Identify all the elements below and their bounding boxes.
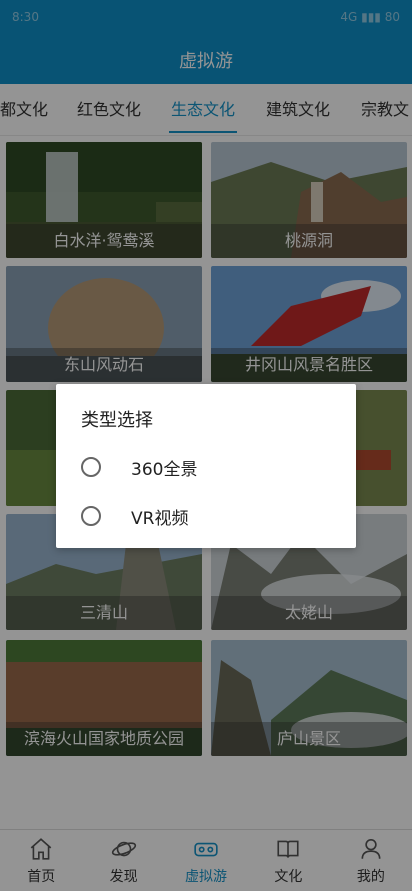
dialog-title: 类型选择 [81, 410, 153, 431]
option-label: 360全景 [131, 459, 198, 480]
option-360-panorama[interactable]: 360全景 [81, 450, 331, 484]
radio-button[interactable] [81, 506, 101, 526]
option-vr-video[interactable]: VR视频 [81, 499, 331, 533]
radio-button[interactable] [81, 457, 101, 477]
option-label: VR视频 [131, 508, 189, 529]
type-select-dialog: 类型选择 360全景 VR视频 [56, 384, 356, 548]
